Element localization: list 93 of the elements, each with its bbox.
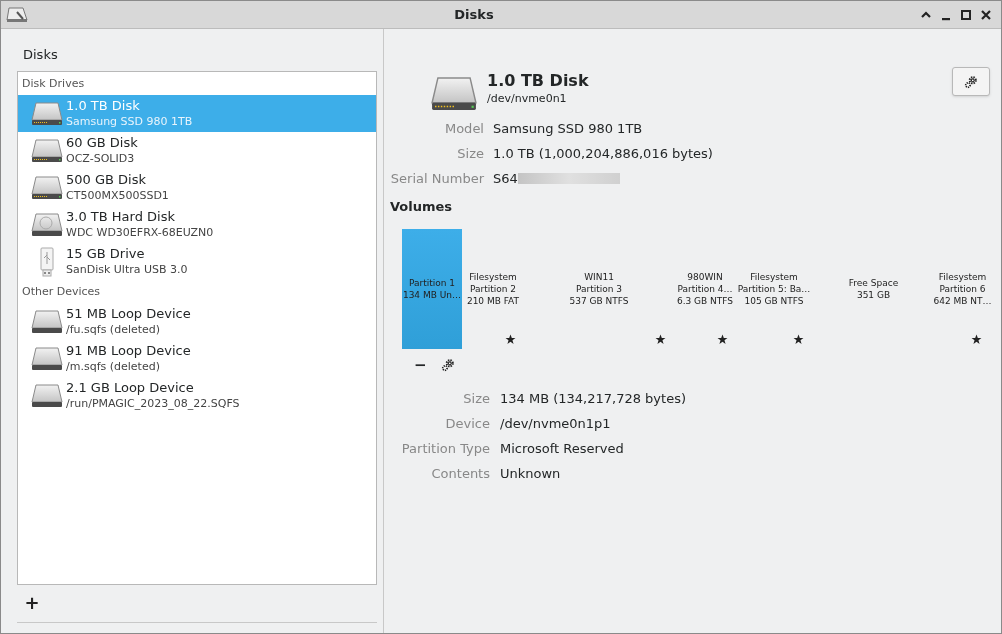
drive-icon bbox=[31, 309, 63, 335]
device-detail: /fu.sqfs (deleted) bbox=[66, 322, 162, 338]
volume-segment[interactable]: 980WIN Partition 4… 6.3 GB NTFS bbox=[674, 228, 736, 349]
device-detail: Samsung SSD 980 1TB bbox=[66, 113, 193, 130]
disk-title: 1.0 TB Disk bbox=[487, 71, 590, 91]
property-value: Unknown bbox=[500, 465, 561, 484]
page-heading: Disks bbox=[23, 46, 59, 64]
device-name: 60 GB Disk bbox=[66, 134, 138, 151]
volume-label: 980WIN bbox=[687, 270, 723, 283]
device-item[interactable]: 91 MB Loop Device /m.sqfs (deleted) bbox=[18, 340, 376, 378]
device-detail: SanDisk Ultra USB 3.0 bbox=[66, 261, 188, 278]
volume-label: Filesystem bbox=[938, 270, 987, 283]
star-icon bbox=[793, 333, 804, 345]
star-icon bbox=[655, 333, 666, 345]
property-value: Samsung SSD 980 1TB bbox=[493, 119, 643, 138]
add-button[interactable]: + bbox=[17, 587, 47, 618]
volume-label: Filesystem bbox=[469, 270, 517, 283]
device-name: 1.0 TB Disk bbox=[66, 97, 141, 114]
property-label: Size bbox=[462, 390, 490, 409]
volume-segment[interactable]: Partition 1 134 MB Un… bbox=[402, 228, 462, 349]
property-label: Contents bbox=[430, 465, 490, 484]
star-icon bbox=[717, 333, 728, 345]
property-value: 134 MB (134,217,728 bytes) bbox=[500, 390, 686, 409]
gears-icon bbox=[964, 74, 978, 89]
gears-icon bbox=[440, 357, 455, 372]
volume-label: 6.3 GB NTFS bbox=[676, 294, 734, 307]
volume-label: Partition 5: Ba… bbox=[737, 282, 811, 295]
volume-label: 537 GB NTFS bbox=[569, 294, 629, 307]
device-detail: /run/PMAGIC_2023_08_22.SQFS bbox=[66, 396, 240, 412]
volume-label: WIN11 bbox=[584, 270, 614, 283]
volume-label: Free Space bbox=[848, 276, 899, 289]
drive-icon bbox=[31, 383, 63, 409]
settings-button[interactable] bbox=[952, 67, 990, 96]
settings-button[interactable] bbox=[440, 357, 455, 372]
volume-label: Partition 4… bbox=[677, 282, 733, 295]
device-detail: OCZ-SOLID3 bbox=[66, 150, 136, 167]
volume-label: Partition 1 bbox=[408, 276, 456, 289]
device-detail: /m.sqfs (deleted) bbox=[66, 359, 161, 375]
volume-segment[interactable]: Filesystem Partition 6 642 MB NT… bbox=[935, 228, 990, 349]
device-name: 2.1 GB Loop Device bbox=[66, 380, 195, 396]
device-name: 51 MB Loop Device bbox=[66, 306, 191, 322]
volume-label: 105 GB NTFS bbox=[744, 294, 804, 307]
star-icon bbox=[505, 333, 516, 345]
device-detail: WDC WD30EFRX-68EUZN0 bbox=[66, 224, 214, 241]
section-header: Other Devices bbox=[21, 284, 102, 300]
maximize-icon[interactable] bbox=[959, 7, 973, 22]
device-item[interactable]: 15 GB Drive SanDisk Ultra USB 3.0 bbox=[18, 243, 376, 280]
device-detail: CT500MX500SSD1 bbox=[66, 187, 169, 204]
drive-icon bbox=[31, 346, 63, 372]
device-item[interactable]: 500 GB Disk CT500MX500SSD1 bbox=[18, 169, 376, 206]
volume-segment[interactable]: Free Space 351 GB bbox=[812, 228, 935, 349]
usb-drive-icon bbox=[39, 246, 55, 277]
device-name: 3.0 TB Hard Disk bbox=[66, 208, 176, 225]
app-icon bbox=[5, 5, 29, 24]
device-path: /dev/nvme0n1 bbox=[487, 91, 568, 107]
drive-icon bbox=[430, 75, 478, 113]
device-name: 15 GB Drive bbox=[66, 245, 146, 262]
volume-label: 642 MB NT… bbox=[933, 294, 992, 307]
property-label: Device bbox=[444, 415, 490, 434]
volume-label: Partition 3 bbox=[575, 282, 623, 295]
volume-segment[interactable]: Filesystem Partition 2 210 MB FAT bbox=[462, 228, 524, 349]
volume-label: 134 MB Un… bbox=[402, 288, 462, 301]
drive-icon bbox=[31, 137, 63, 164]
device-name: 91 MB Loop Device bbox=[66, 343, 191, 359]
volume-label: 210 MB FAT bbox=[466, 294, 520, 307]
device-item[interactable]: 60 GB Disk OCZ-SOLID3 bbox=[18, 132, 376, 169]
star-icon bbox=[971, 333, 982, 345]
window-title: Disks bbox=[453, 5, 495, 24]
property-value: S64 bbox=[493, 169, 518, 188]
volume-segment[interactable]: WIN11 Partition 3 537 GB NTFS bbox=[524, 228, 674, 349]
hard-disk-icon bbox=[31, 211, 63, 238]
property-label: Model bbox=[443, 119, 484, 138]
property-label: Size bbox=[456, 144, 484, 163]
property-label: Serial Number bbox=[390, 169, 484, 188]
volume-label: Filesystem bbox=[750, 270, 798, 283]
property-value: Microsoft Reserved bbox=[500, 440, 624, 459]
volume-segment[interactable]: Filesystem Partition 5: Ba… 105 GB NTFS bbox=[736, 228, 812, 349]
close-icon[interactable] bbox=[979, 7, 993, 22]
property-value: 1.0 TB (1,000,204,886,016 bytes) bbox=[493, 144, 713, 163]
volume-label: 351 GB bbox=[856, 288, 891, 301]
volume-label: Partition 2 bbox=[469, 282, 517, 295]
device-item[interactable]: 51 MB Loop Device /fu.sqfs (deleted) bbox=[18, 303, 376, 341]
device-item[interactable]: 2.1 GB Loop Device /run/PMAGIC_2023_08_22.SQFS bbox=[18, 377, 376, 415]
volumes-heading: Volumes bbox=[390, 198, 454, 216]
delete-button[interactable]: − bbox=[414, 356, 427, 373]
section-header: Disk Drives bbox=[21, 75, 86, 92]
drive-icon bbox=[31, 100, 63, 127]
drive-icon bbox=[31, 174, 63, 201]
device-name: 500 GB Disk bbox=[66, 171, 147, 188]
volume-label: Partition 6 bbox=[939, 282, 986, 295]
device-item[interactable]: 3.0 TB Hard Disk WDC WD30EFRX-68EUZN0 bbox=[18, 206, 376, 243]
property-value: /dev/nvme0n1p1 bbox=[500, 415, 611, 434]
property-label: Partition Type bbox=[400, 440, 490, 459]
